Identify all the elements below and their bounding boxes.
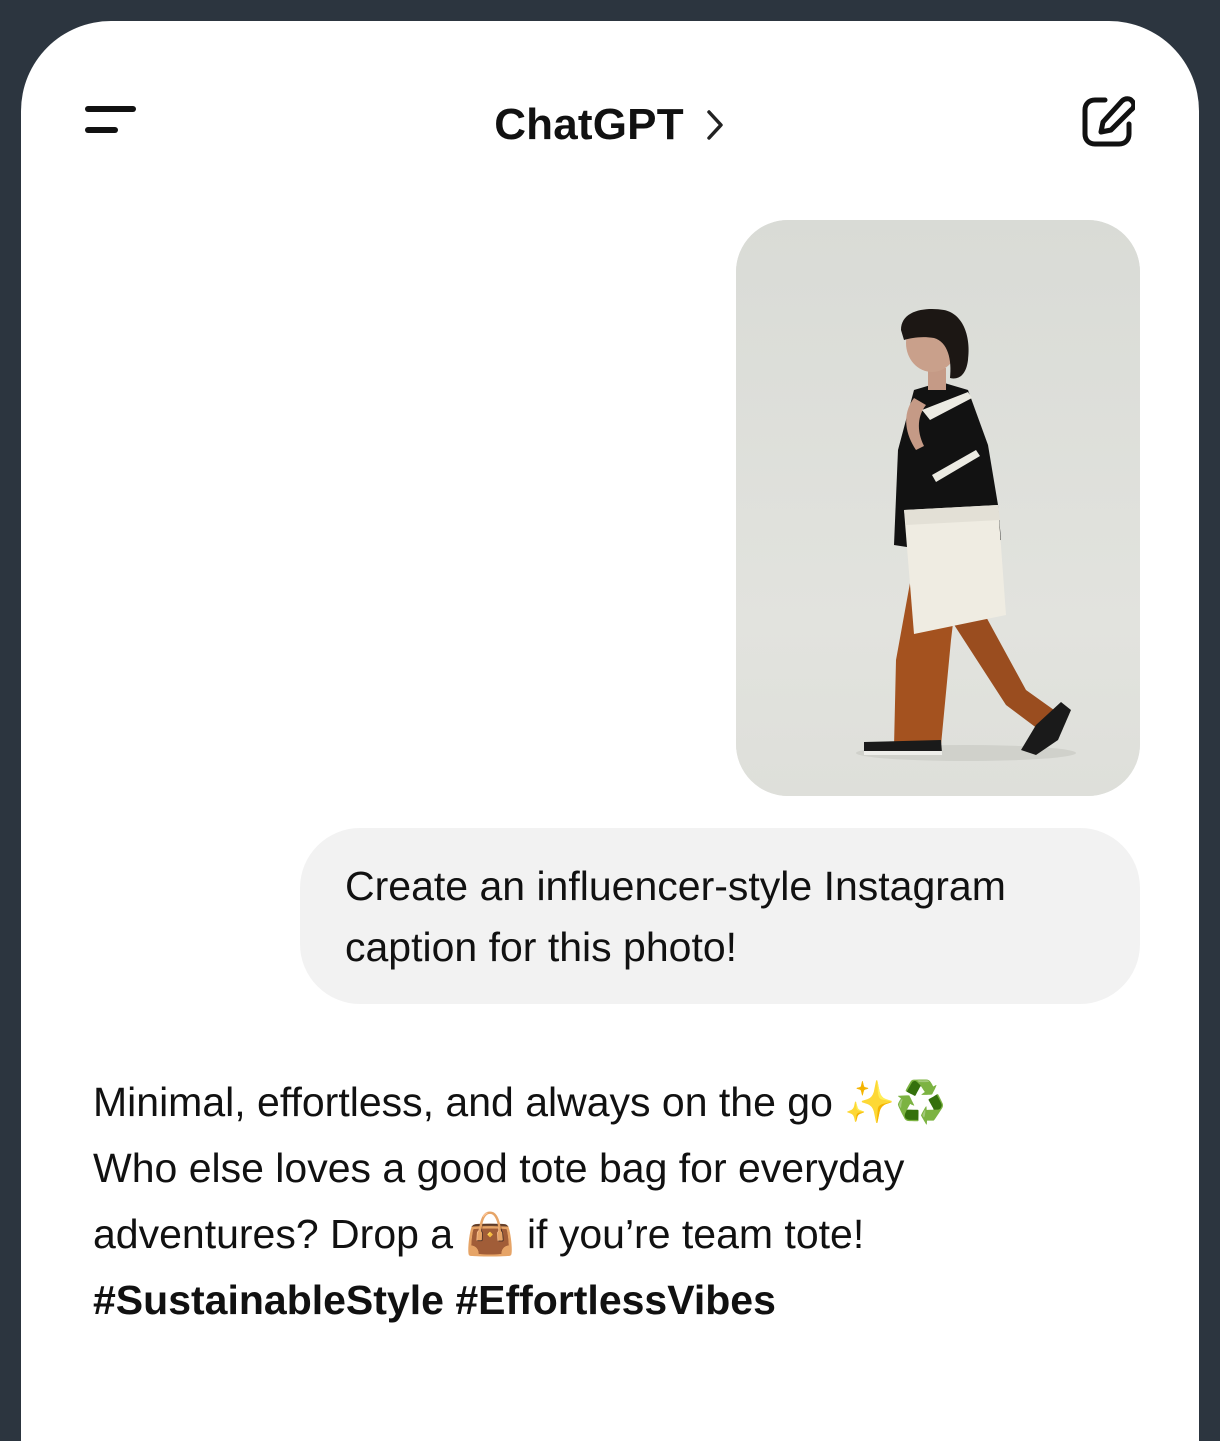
user-message-bubble: Create an influencer-style Instagram cap… <box>300 828 1140 1004</box>
user-image-message[interactable] <box>736 220 1140 796</box>
user-message-text: Create an influencer-style Instagram cap… <box>345 863 1006 970</box>
assistant-line-3: adventures? Drop a 👜 if you’re team tote… <box>93 1211 865 1257</box>
page-title: ChatGPT <box>494 100 684 149</box>
edit-icon[interactable] <box>1079 94 1135 150</box>
assistant-line-2: Who else loves a good tote bag for every… <box>93 1145 905 1191</box>
assistant-hashtags: #SustainableStyle #EffortlessVibes <box>93 1277 776 1323</box>
assistant-message: Minimal, effortless, and always on the g… <box>93 1069 1133 1333</box>
photo-illustration <box>736 220 1140 796</box>
chevron-right-icon <box>707 110 723 140</box>
model-selector[interactable]: ChatGPT <box>21 97 1199 153</box>
assistant-line-1: Minimal, effortless, and always on the g… <box>93 1079 947 1125</box>
chat-screen: ChatGPT Create an influencer-style Insta… <box>21 21 1199 1441</box>
phone-frame: ChatGPT Create an influencer-style Insta… <box>0 0 1220 1441</box>
